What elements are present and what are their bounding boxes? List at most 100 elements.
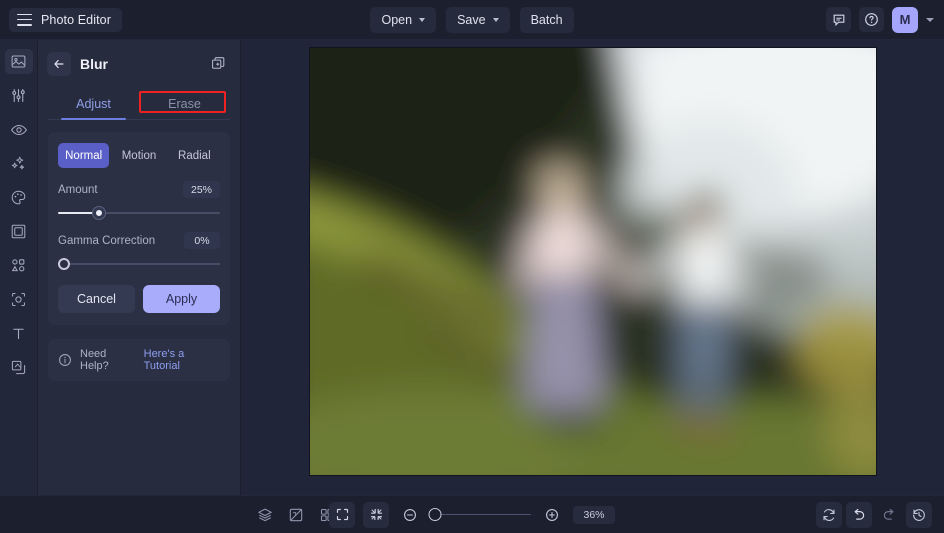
redo-arrow-icon	[881, 507, 897, 523]
redo-button[interactable]	[876, 502, 902, 528]
gamma-slider-track	[58, 263, 220, 265]
gamma-value[interactable]: 0%	[184, 232, 220, 249]
compare-button[interactable]	[283, 502, 309, 528]
batch-label: Batch	[531, 13, 563, 27]
duplicate-layer-icon	[211, 56, 227, 72]
sidebar-item-image[interactable]	[5, 49, 33, 74]
layers-button[interactable]	[252, 502, 278, 528]
compare-split-icon	[288, 507, 304, 523]
panel-tabs: Adjust Erase	[48, 88, 230, 120]
photo-canvas[interactable]	[310, 48, 876, 475]
history-clock-icon	[911, 507, 927, 523]
zoom-slider-track	[431, 514, 531, 516]
panel-action-buttons: Cancel Apply	[58, 285, 220, 313]
canvas-area[interactable]	[241, 40, 944, 495]
eye-icon	[10, 121, 28, 139]
gamma-control: Gamma Correction 0%	[58, 232, 220, 270]
blur-mode-motion[interactable]: Motion	[113, 143, 164, 168]
zoom-out-button[interactable]	[397, 502, 423, 528]
chevron-down-icon[interactable]	[926, 18, 934, 22]
open-button[interactable]: Open	[370, 7, 436, 33]
gamma-slider[interactable]	[58, 258, 220, 270]
save-label: Save	[457, 13, 486, 27]
blurred-photo	[310, 48, 876, 475]
zoom-slider[interactable]	[431, 508, 531, 522]
panel-header: Blur	[38, 46, 240, 82]
app-menu-button[interactable]: Photo Editor	[9, 8, 122, 32]
zoom-in-button[interactable]	[539, 502, 565, 528]
back-button[interactable]	[47, 52, 71, 76]
arrow-left-icon	[52, 57, 66, 71]
sliders-icon	[10, 87, 27, 104]
shrink-screen-icon	[369, 507, 384, 522]
duplicate-layer-button[interactable]	[206, 52, 231, 77]
blur-mode-normal[interactable]: Normal	[58, 143, 109, 168]
open-label: Open	[381, 13, 412, 27]
blur-mode-segmented-control: Normal Motion Radial	[58, 143, 220, 168]
batch-button[interactable]: Batch	[520, 7, 574, 33]
sidebar-item-adjust[interactable]	[5, 83, 33, 108]
info-circle-icon	[58, 353, 72, 367]
blur-settings-card: Normal Motion Radial Amount 25%	[48, 132, 230, 325]
sidebar-item-paint[interactable]	[5, 185, 33, 210]
zoom-slider-handle[interactable]	[429, 508, 442, 521]
page-title: Blur	[80, 56, 108, 72]
zoom-controls: 36%	[0, 502, 944, 528]
tab-erase[interactable]: Erase	[139, 88, 230, 119]
zoom-level-value[interactable]: 36%	[573, 506, 615, 524]
plus-circle-icon	[544, 507, 560, 523]
bottom-left-tools	[252, 502, 340, 528]
fit-screen-button[interactable]	[329, 502, 355, 528]
tab-adjust[interactable]: Adjust	[48, 88, 139, 119]
image-icon	[10, 53, 27, 70]
help-button[interactable]	[859, 7, 884, 32]
sidebar-item-frame[interactable]	[5, 219, 33, 244]
top-center-actions: Open Save Batch	[0, 0, 944, 39]
history-button[interactable]	[906, 502, 932, 528]
feedback-button[interactable]	[826, 7, 851, 32]
hamburger-icon[interactable]	[17, 14, 32, 26]
sidebar-item-retouch[interactable]	[5, 117, 33, 142]
minus-circle-icon	[402, 507, 418, 523]
layers-stack-icon	[257, 507, 273, 523]
amount-slider-handle[interactable]	[93, 207, 105, 219]
sidebar-item-effects[interactable]	[5, 151, 33, 176]
apply-button[interactable]: Apply	[143, 285, 220, 313]
need-help-text: Need Help?	[80, 348, 136, 372]
undo-button[interactable]	[846, 502, 872, 528]
tutorial-link[interactable]: Here's a Tutorial	[144, 348, 220, 372]
amount-label: Amount	[58, 184, 98, 196]
reset-button[interactable]	[816, 502, 842, 528]
tool-rail	[0, 40, 38, 495]
undo-arrow-icon	[851, 507, 867, 523]
top-toolbar: Photo Editor Open Save Batch	[0, 0, 944, 40]
need-help-banner[interactable]: Need Help? Here's a Tutorial	[48, 339, 230, 381]
amount-value[interactable]: 25%	[183, 181, 220, 198]
panel-header-actions	[206, 52, 231, 77]
amount-slider[interactable]	[58, 207, 220, 219]
sparkles-icon	[10, 155, 27, 172]
amount-row: Amount 25%	[58, 181, 220, 198]
editor-body: Blur Adjust Erase	[0, 40, 944, 495]
sidebar-item-cutout[interactable]	[5, 287, 33, 312]
history-controls	[816, 502, 932, 528]
frame-icon	[10, 223, 27, 240]
sidebar-item-layers[interactable]	[5, 355, 33, 380]
amount-control: Amount 25%	[58, 181, 220, 219]
cancel-button[interactable]: Cancel	[58, 285, 135, 313]
blur-mode-radial[interactable]: Radial	[169, 143, 220, 168]
chevron-down-icon	[493, 18, 499, 22]
comment-icon	[832, 13, 846, 27]
app-title: Photo Editor	[41, 13, 111, 27]
layers-copy-icon	[10, 359, 27, 376]
sidebar-item-text[interactable]	[5, 321, 33, 346]
reset-circular-icon	[821, 507, 837, 523]
sidebar-item-elements[interactable]	[5, 253, 33, 278]
avatar[interactable]: M	[892, 7, 918, 33]
gamma-slider-handle[interactable]	[58, 258, 70, 270]
tool-panel: Blur Adjust Erase	[38, 40, 241, 495]
shrink-screen-button[interactable]	[363, 502, 389, 528]
gamma-row: Gamma Correction 0%	[58, 232, 220, 249]
save-button[interactable]: Save	[446, 7, 510, 33]
photo-editor-window: Photo Editor Open Save Batch	[0, 0, 944, 533]
